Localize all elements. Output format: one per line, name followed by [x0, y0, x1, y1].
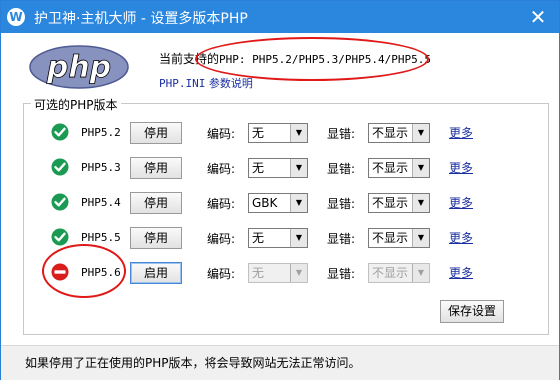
- toggle-php-button[interactable]: 停用: [130, 227, 182, 249]
- encoding-label: 编码:: [207, 267, 236, 281]
- check-circle-icon: [51, 193, 69, 211]
- error-display-select[interactable]: 不显示 ▼: [368, 158, 430, 178]
- encoding-value: 无: [252, 266, 265, 280]
- encoding-value: 无: [252, 231, 265, 245]
- error-display-label: 显错:: [327, 197, 356, 211]
- encoding-label: 编码:: [207, 162, 236, 176]
- error-display-select: 不显示 ▼: [368, 263, 430, 283]
- error-display-value: 不显示: [372, 126, 409, 140]
- toggle-php-button[interactable]: 停用: [130, 192, 182, 214]
- chevron-down-icon: ▼: [290, 124, 307, 142]
- chevron-down-icon: ▼: [290, 229, 307, 247]
- encoding-select[interactable]: 无 ▼: [248, 228, 308, 248]
- error-display-select[interactable]: 不显示 ▼: [368, 193, 430, 213]
- php-version-label: PHP5.2: [81, 126, 121, 139]
- chevron-down-icon: ▼: [412, 264, 429, 282]
- php-version-label: PHP5.3: [81, 161, 121, 174]
- encoding-select: 无 ▼: [248, 263, 308, 283]
- phpini-help-link[interactable]: PHP.INI 参数说明: [159, 75, 253, 91]
- error-display-label: 显错:: [327, 162, 356, 176]
- window-title: 护卫神·主机大师 - 设置多版本PHP: [34, 11, 248, 27]
- close-button[interactable]: ✕: [527, 6, 549, 28]
- more-link[interactable]: 更多: [449, 229, 473, 246]
- chevron-down-icon: ▼: [412, 229, 429, 247]
- php-version-label: PHP5.5: [81, 231, 121, 244]
- chevron-down-icon: ▼: [290, 264, 307, 282]
- settings-window: W 护卫神·主机大师 - 设置多版本PHP ✕ php 当前支持的PHP: PH…: [0, 0, 560, 380]
- error-display-label: 显错:: [327, 232, 356, 246]
- footer-bar: 如果停用了正在使用的PHP版本，将会导致网站无法正常访问。: [1, 345, 559, 380]
- encoding-value: 无: [252, 126, 265, 140]
- toggle-php-button[interactable]: 停用: [130, 157, 182, 179]
- annotation-circle-supported: [195, 37, 429, 81]
- chevron-down-icon: ▼: [412, 159, 429, 177]
- php-logo: php: [29, 45, 129, 89]
- encoding-label: 编码:: [207, 197, 236, 211]
- more-link[interactable]: 更多: [449, 124, 473, 141]
- more-link[interactable]: 更多: [449, 194, 473, 211]
- chevron-down-icon: ▼: [412, 194, 429, 212]
- app-logo-icon: W: [7, 8, 25, 26]
- php-logo-text: php: [46, 50, 111, 85]
- encoding-select[interactable]: 无 ▼: [248, 123, 308, 143]
- error-display-select[interactable]: 不显示 ▼: [368, 123, 430, 143]
- php-version-row: PHP5.2 停用 编码: 无 ▼ 显错: 不显示 ▼ 更多: [1, 119, 559, 147]
- error-display-value: 不显示: [372, 266, 409, 280]
- error-display-value: 不显示: [372, 231, 409, 245]
- phpini-link-mono: PHP.INI: [159, 77, 206, 90]
- encoding-value: GBK: [252, 196, 278, 210]
- check-circle-icon: [51, 228, 69, 246]
- toggle-php-button[interactable]: 停用: [130, 122, 182, 144]
- error-display-label: 显错:: [327, 127, 356, 141]
- check-circle-icon: [51, 158, 69, 176]
- phpini-link-text: 参数说明: [205, 77, 253, 90]
- save-settings-button[interactable]: 保存设置: [440, 300, 504, 323]
- encoding-label: 编码:: [207, 232, 236, 246]
- chevron-down-icon: ▼: [290, 194, 307, 212]
- encoding-value: 无: [252, 161, 265, 175]
- group-legend: 可选的PHP版本: [31, 96, 121, 113]
- title-bar[interactable]: W 护卫神·主机大师 - 设置多版本PHP ✕: [1, 1, 559, 33]
- chevron-down-icon: ▼: [290, 159, 307, 177]
- annotation-circle-php56: [42, 244, 126, 298]
- php-version-label: PHP5.4: [81, 196, 121, 209]
- more-link[interactable]: 更多: [449, 159, 473, 176]
- error-display-value: 不显示: [372, 196, 409, 210]
- php-version-row: PHP5.3 停用 编码: 无 ▼ 显错: 不显示 ▼ 更多: [1, 154, 559, 182]
- more-link[interactable]: 更多: [449, 264, 473, 281]
- error-display-select[interactable]: 不显示 ▼: [368, 228, 430, 248]
- encoding-select[interactable]: 无 ▼: [248, 158, 308, 178]
- php-version-row: PHP5.4 停用 编码: GBK ▼ 显错: 不显示 ▼ 更多: [1, 189, 559, 217]
- encoding-select[interactable]: GBK ▼: [248, 193, 308, 213]
- check-circle-icon: [51, 123, 69, 141]
- encoding-label: 编码:: [207, 127, 236, 141]
- toggle-php-button[interactable]: 启用: [130, 262, 182, 284]
- error-display-value: 不显示: [372, 161, 409, 175]
- footer-warning: 如果停用了正在使用的PHP版本，将会导致网站无法正常访问。: [25, 356, 361, 370]
- error-display-label: 显错:: [327, 267, 356, 281]
- chevron-down-icon: ▼: [412, 124, 429, 142]
